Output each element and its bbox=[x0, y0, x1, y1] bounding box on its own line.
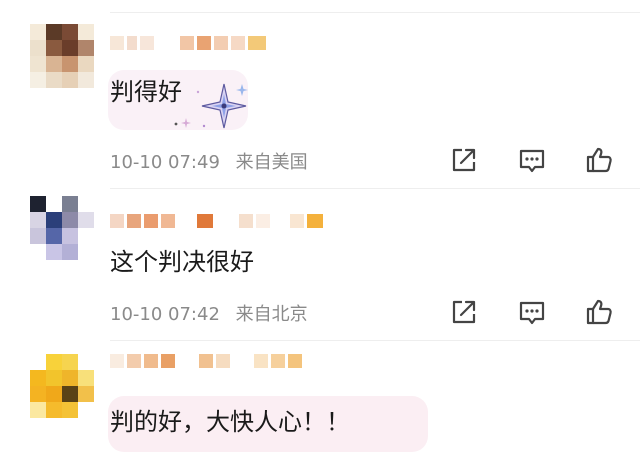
avatar-pixel bbox=[46, 228, 62, 244]
avatar-pixel bbox=[78, 228, 94, 244]
share-icon bbox=[452, 300, 476, 324]
comment-location: 来自北京 bbox=[235, 304, 308, 325]
avatar-pixel bbox=[30, 24, 46, 40]
avatar-pixel bbox=[30, 386, 46, 402]
avatar[interactable] bbox=[30, 24, 94, 88]
avatar-pixel bbox=[30, 370, 46, 386]
like-button[interactable] bbox=[583, 144, 615, 176]
avatar-pixel bbox=[46, 386, 62, 402]
avatar-pixel bbox=[62, 402, 78, 418]
comment-meta: 10-10 07:42 来自北京 bbox=[110, 300, 308, 326]
username-blurred[interactable] bbox=[110, 350, 305, 372]
sparkle-sticker bbox=[168, 80, 252, 132]
avatar-pixel bbox=[62, 72, 78, 88]
avatar-pixel bbox=[62, 228, 78, 244]
avatar-pixel bbox=[46, 354, 62, 370]
avatar-pixel bbox=[30, 56, 46, 72]
avatar-pixel bbox=[62, 354, 78, 370]
avatar-pixel bbox=[46, 212, 62, 228]
comment-time: 10-10 07:42 bbox=[110, 304, 220, 325]
like-button[interactable] bbox=[583, 296, 615, 328]
avatar-pixel bbox=[62, 244, 78, 260]
avatar-pixel bbox=[30, 196, 46, 212]
avatar[interactable] bbox=[30, 196, 94, 260]
avatar-pixel bbox=[30, 402, 46, 418]
avatar-pixel bbox=[62, 56, 78, 72]
avatar-pixel bbox=[78, 402, 94, 418]
like-icon bbox=[586, 147, 612, 173]
avatar-pixel bbox=[62, 40, 78, 56]
avatar-pixel bbox=[62, 370, 78, 386]
share-button[interactable] bbox=[448, 144, 480, 176]
comment-button[interactable] bbox=[516, 296, 548, 328]
avatar-pixel bbox=[30, 354, 46, 370]
avatar-pixel bbox=[30, 72, 46, 88]
avatar-pixel bbox=[62, 196, 78, 212]
avatar-pixel bbox=[30, 212, 46, 228]
avatar-pixel bbox=[62, 386, 78, 402]
avatar-pixel bbox=[30, 244, 46, 260]
comment-button[interactable] bbox=[516, 144, 548, 176]
comment-location: 来自美国 bbox=[235, 152, 308, 173]
comment-text: 这个判决很好 bbox=[110, 248, 254, 276]
comment-divider bbox=[110, 12, 640, 13]
avatar[interactable] bbox=[30, 354, 94, 418]
comment-icon bbox=[519, 301, 545, 325]
avatar-pixel bbox=[62, 24, 78, 40]
avatar-pixel bbox=[30, 40, 46, 56]
comment-text: 判的好，大快人心！！ bbox=[110, 408, 350, 436]
comment-icon bbox=[519, 149, 545, 173]
comment-divider bbox=[110, 188, 640, 189]
username-blurred[interactable] bbox=[110, 32, 269, 54]
avatar-pixel bbox=[78, 40, 94, 56]
avatar-pixel bbox=[78, 370, 94, 386]
username-blurred[interactable] bbox=[110, 210, 326, 232]
like-icon bbox=[586, 299, 612, 325]
avatar-pixel bbox=[78, 212, 94, 228]
avatar-pixel bbox=[46, 40, 62, 56]
avatar-pixel bbox=[46, 72, 62, 88]
avatar-pixel bbox=[46, 370, 62, 386]
avatar-pixel bbox=[62, 212, 78, 228]
avatar-pixel bbox=[46, 244, 62, 260]
comment-meta: 10-10 07:49 来自美国 bbox=[110, 148, 308, 174]
avatar-pixel bbox=[78, 72, 94, 88]
avatar-pixel bbox=[78, 196, 94, 212]
avatar-pixel bbox=[78, 56, 94, 72]
avatar-pixel bbox=[30, 228, 46, 244]
avatar-pixel bbox=[46, 196, 62, 212]
avatar-pixel bbox=[78, 386, 94, 402]
avatar-pixel bbox=[78, 354, 94, 370]
avatar-pixel bbox=[46, 24, 62, 40]
avatar-pixel bbox=[46, 56, 62, 72]
comment-divider bbox=[110, 340, 640, 341]
avatar-pixel bbox=[78, 244, 94, 260]
share-icon bbox=[452, 148, 476, 172]
avatar-pixel bbox=[46, 402, 62, 418]
comment-time: 10-10 07:49 bbox=[110, 152, 220, 173]
share-button[interactable] bbox=[448, 296, 480, 328]
avatar-pixel bbox=[78, 24, 94, 40]
